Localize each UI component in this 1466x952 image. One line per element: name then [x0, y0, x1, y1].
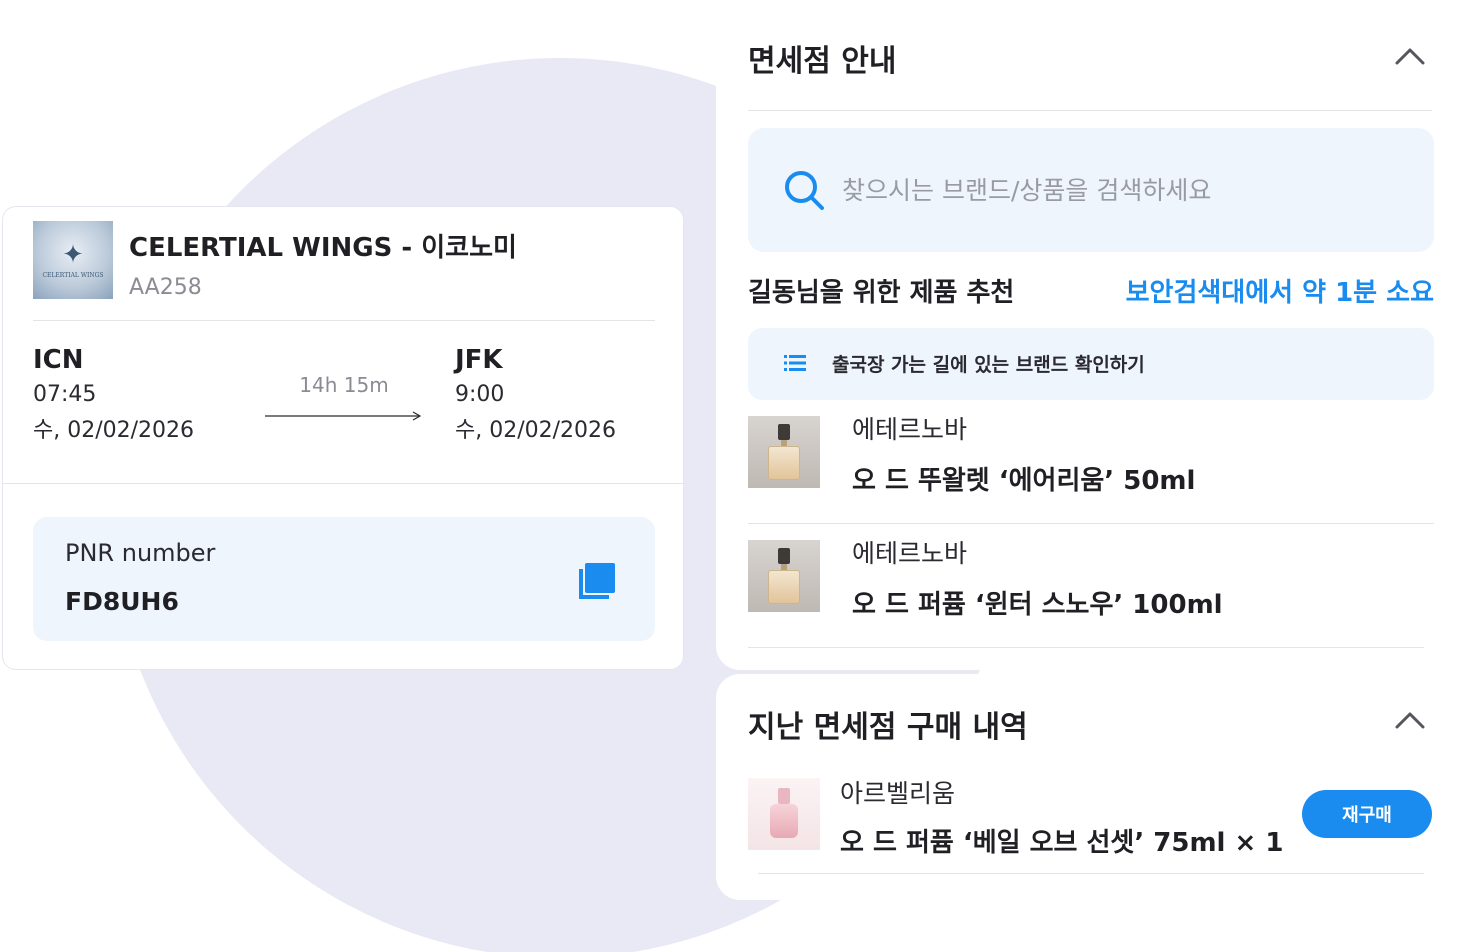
destination-time: 9:00: [455, 382, 505, 407]
rebuy-button[interactable]: 재구매: [1302, 790, 1432, 838]
product-brand: 에테르노바: [852, 415, 968, 444]
airline-header: ✦ CELERTIAL WINGS CELERTIAL WINGS - 이코노미…: [33, 221, 655, 321]
divider: [758, 873, 1424, 874]
search-icon: [785, 171, 824, 210]
list-icon: [784, 355, 806, 371]
divider: [3, 483, 683, 484]
recommendation-title: 길동님을 위한 제품 추천: [748, 278, 1015, 308]
chevron-up-icon[interactable]: [1394, 710, 1426, 730]
flight-card: ✦ CELERTIAL WINGS CELERTIAL WINGS - 이코노미…: [2, 206, 684, 670]
product-image: [748, 778, 820, 850]
product-brand: 아르벨리움: [840, 779, 956, 808]
product-brand: 에테르노바: [852, 539, 968, 568]
flight-route: ICN 07:45 수, 02/02/2026 14h 15m JFK 9:00…: [33, 343, 655, 453]
search-box: [748, 128, 1434, 252]
origin-code: ICN: [33, 345, 84, 375]
divider: [748, 647, 1424, 648]
list-item[interactable]: 에테르노바 오 드 뚜왈렛 ‘에어리움’ 50ml: [748, 400, 1434, 524]
brand-check-label: 출국장 가는 길에 있는 브랜드 확인하기: [832, 354, 1145, 376]
airline-name: CELERTIAL WINGS - 이코노미: [129, 233, 517, 263]
destination: JFK 9:00 수, 02/02/2026: [455, 343, 616, 449]
security-eta: 보안검색대에서 약 1분 소요: [1125, 278, 1434, 308]
airline-logo: ✦ CELERTIAL WINGS: [33, 221, 113, 299]
destination-code: JFK: [455, 345, 503, 375]
pnr-label: PNR number: [65, 539, 216, 567]
search-input[interactable]: [842, 164, 1402, 216]
recommendation-header: 길동님을 위한 제품 추천 보안검색대에서 약 1분 소요: [748, 272, 1434, 312]
list-item[interactable]: 에테르노바 오 드 퍼퓸 ‘윈터 스노우’ 100ml: [748, 524, 1434, 648]
product-name: 오 드 퍼퓸 ‘윈터 스노우’ 100ml: [852, 590, 1223, 620]
flight-duration: 14h 15m: [299, 373, 389, 397]
product-name: 오 드 뚜왈렛 ‘에어리움’ 50ml: [852, 466, 1196, 496]
chevron-up-icon[interactable]: [1394, 46, 1426, 66]
product-name: 오 드 퍼퓸 ‘베일 오브 선셋’ 75ml × 1: [840, 828, 1284, 858]
divider: [748, 110, 1432, 111]
purchase-history-panel: 지난 면세점 구매 내역 아르벨리움 오 드 퍼퓸 ‘베일 오브 선셋’ 75m…: [716, 674, 1466, 900]
arrow-right-icon: [265, 411, 422, 421]
duty-free-panel: 면세점 안내 길동님을 위한 제품 추천 보안검색대에서 약 1분 소요 출국장…: [716, 0, 1466, 670]
origin-date: 수, 02/02/2026: [33, 418, 195, 443]
product-image: [748, 416, 820, 488]
bird-icon: ✦: [62, 239, 84, 270]
flight-number: AA258: [129, 275, 202, 300]
brand-check-button[interactable]: 출국장 가는 길에 있는 브랜드 확인하기: [748, 328, 1434, 400]
pnr-value: FD8UH6: [65, 587, 179, 616]
destination-date: 수, 02/02/2026: [455, 418, 617, 443]
airline-logo-text: CELERTIAL WINGS: [42, 271, 104, 279]
pnr-box: PNR number FD8UH6: [33, 517, 655, 641]
duty-free-title: 면세점 안내: [748, 44, 897, 79]
origin-time: 07:45: [33, 382, 97, 407]
product-image: [748, 540, 820, 612]
copy-icon[interactable]: [579, 557, 619, 601]
purchase-history-title: 지난 면세점 구매 내역: [748, 710, 1028, 745]
origin: ICN 07:45 수, 02/02/2026: [33, 343, 194, 449]
